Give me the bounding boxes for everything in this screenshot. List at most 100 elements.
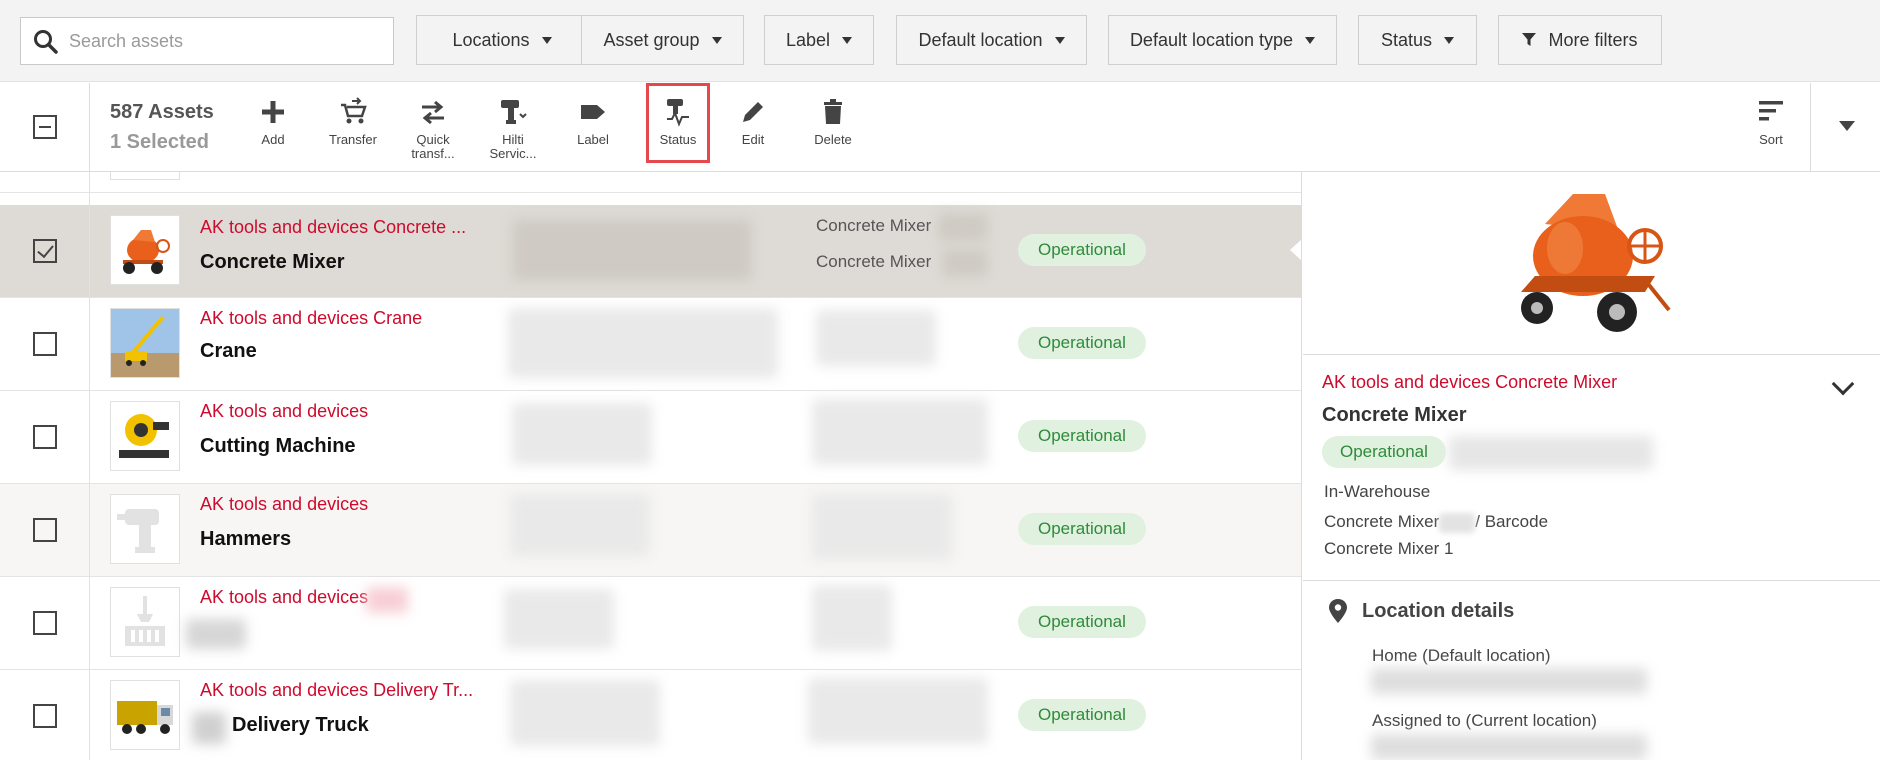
selection-pointer: [1290, 239, 1301, 261]
status-badge: Operational: [1018, 420, 1146, 452]
detail-line-part: / Barcode: [1475, 512, 1549, 531]
asset-manufacturer[interactable]: AK tools and devices Crane: [200, 308, 422, 329]
pencil-icon: [743, 102, 763, 122]
caret-down-icon: [1305, 36, 1316, 44]
asset-thumbnail: [110, 587, 180, 657]
table-row[interactable]: AK tools and devices Cutting Machine Ope…: [0, 391, 1301, 484]
cart-transfer-icon: [341, 97, 367, 124]
row-checkbox[interactable]: [33, 239, 57, 263]
table-row[interactable]: AK tools and devices Crane Crane Operati…: [0, 298, 1301, 391]
tool-status-icon: [667, 99, 689, 127]
map-pin-icon: [1329, 599, 1347, 623]
column-divider: [89, 172, 90, 760]
asset-manufacturer[interactable]: AK tools and devices: [200, 401, 368, 422]
redacted-field: [1439, 512, 1476, 533]
sort-button[interactable]: Sort: [1735, 83, 1807, 172]
status-badge: Operational: [1018, 234, 1146, 266]
redacted-field: [512, 219, 752, 281]
table-row[interactable]: AK tools and devices Operational: [0, 577, 1301, 670]
asset-thumbnail: [110, 680, 180, 750]
redacted-field: [508, 308, 778, 378]
search-box[interactable]: [20, 17, 394, 65]
cutting-machine-image: [119, 414, 169, 458]
tag-icon: [581, 105, 605, 119]
row-checkbox[interactable]: [33, 425, 57, 449]
asset-manufacturer[interactable]: AK tools and devices Concrete ...: [200, 217, 466, 238]
row-checkbox[interactable]: [33, 332, 57, 356]
filter-label-text: Label: [785, 29, 831, 50]
filter-asset-group[interactable]: Asset group: [581, 15, 744, 65]
table-row[interactable]: AK tools and devices Delivery Tr... Deli…: [0, 670, 1301, 760]
redacted-field: [504, 589, 614, 649]
caret-down-icon: [1054, 36, 1065, 44]
caret-down-icon: [1839, 121, 1855, 131]
delete-button[interactable]: Delete: [797, 83, 869, 172]
redacted-field: [186, 619, 246, 649]
redacted-field: [938, 213, 988, 241]
filter-label: Locations: [452, 29, 530, 50]
asset-detail-line: Concrete Mixer: [816, 216, 932, 235]
toolbar-dropdown[interactable]: [1810, 83, 1880, 172]
redacted-field: [808, 678, 988, 744]
search-icon: [34, 30, 58, 54]
redacted-field: [192, 712, 226, 744]
transfer-button[interactable]: Transfer: [317, 83, 389, 172]
table-row[interactable]: AK tools and devices Concrete ... Concre…: [0, 205, 1301, 298]
status-button[interactable]: Status: [646, 83, 710, 163]
redacted-field: [812, 399, 988, 465]
asset-name[interactable]: Delivery Truck: [232, 714, 369, 737]
caret-down-icon: [711, 36, 722, 44]
quick-transfer-button[interactable]: Quick transf...: [397, 83, 469, 172]
tool-label: Edit: [741, 132, 765, 147]
more-filters-button[interactable]: More filters: [1498, 15, 1662, 65]
add-button[interactable]: Add: [237, 83, 309, 172]
asset-manufacturer[interactable]: AK tools and devices Delivery Tr...: [200, 680, 473, 701]
label-button[interactable]: Label: [557, 83, 629, 172]
filter-label[interactable]: Label: [764, 15, 874, 65]
edit-button[interactable]: Edit: [717, 83, 789, 172]
crane-image: [111, 309, 179, 377]
redacted-field: [510, 680, 660, 746]
asset-name[interactable]: Crane: [200, 340, 257, 363]
asset-detail-panel: AK tools and devices Concrete Mixer Conc…: [1303, 172, 1880, 760]
concrete-mixer-image: [123, 230, 170, 274]
select-all-cell: [0, 83, 90, 172]
table-row[interactable]: AK tools and devices Hammers Operational: [0, 484, 1301, 577]
filter-locations[interactable]: Locations: [416, 15, 588, 65]
redacted-field: [1371, 668, 1647, 694]
assigned-location-label: Assigned to (Current location): [1372, 711, 1597, 730]
redacted-field: [1449, 436, 1653, 470]
divider: [1303, 580, 1880, 581]
asset-thumbnail: [110, 172, 180, 180]
status-badge: Operational: [1018, 327, 1146, 359]
action-toolbar: 587 Assets 1 Selected Add Transfer Quick…: [0, 83, 1880, 172]
chevron-down-icon[interactable]: [1831, 372, 1855, 396]
asset-manufacturer[interactable]: AK tools and devices: [200, 587, 368, 608]
asset-name[interactable]: Cutting Machine: [200, 435, 356, 458]
filter-status[interactable]: Status: [1358, 15, 1477, 65]
row-checkbox[interactable]: [33, 611, 57, 635]
trash-icon: [824, 99, 842, 124]
caret-down-icon: [541, 36, 552, 44]
asset-name[interactable]: Hammers: [200, 528, 291, 551]
delivery-truck-image: [117, 701, 173, 734]
filter-default-location[interactable]: Default location: [896, 15, 1087, 65]
select-all-checkbox[interactable]: [33, 115, 57, 139]
tool-label: Status: [659, 132, 697, 147]
placeholder-drill-icon: [117, 509, 159, 553]
asset-manufacturer[interactable]: AK tools and devices: [200, 494, 368, 515]
row-checkbox[interactable]: [33, 704, 57, 728]
hilti-service-button[interactable]: Hilti Servic...: [477, 83, 549, 172]
filter-default-location-type[interactable]: Default location type: [1108, 15, 1337, 65]
status-badge: Operational: [1018, 606, 1146, 638]
tool-label: Transfer: [329, 132, 377, 147]
tool-label: Hilti Servic...: [489, 132, 537, 161]
plus-icon: [262, 101, 284, 123]
asset-name[interactable]: Concrete Mixer: [200, 251, 345, 274]
search-input[interactable]: [69, 26, 379, 56]
redacted-field: [816, 310, 936, 366]
asset-thumbnail: [110, 494, 180, 564]
table-row[interactable]: [0, 172, 1301, 193]
sort-icon: [1759, 101, 1783, 121]
row-checkbox[interactable]: [33, 518, 57, 542]
